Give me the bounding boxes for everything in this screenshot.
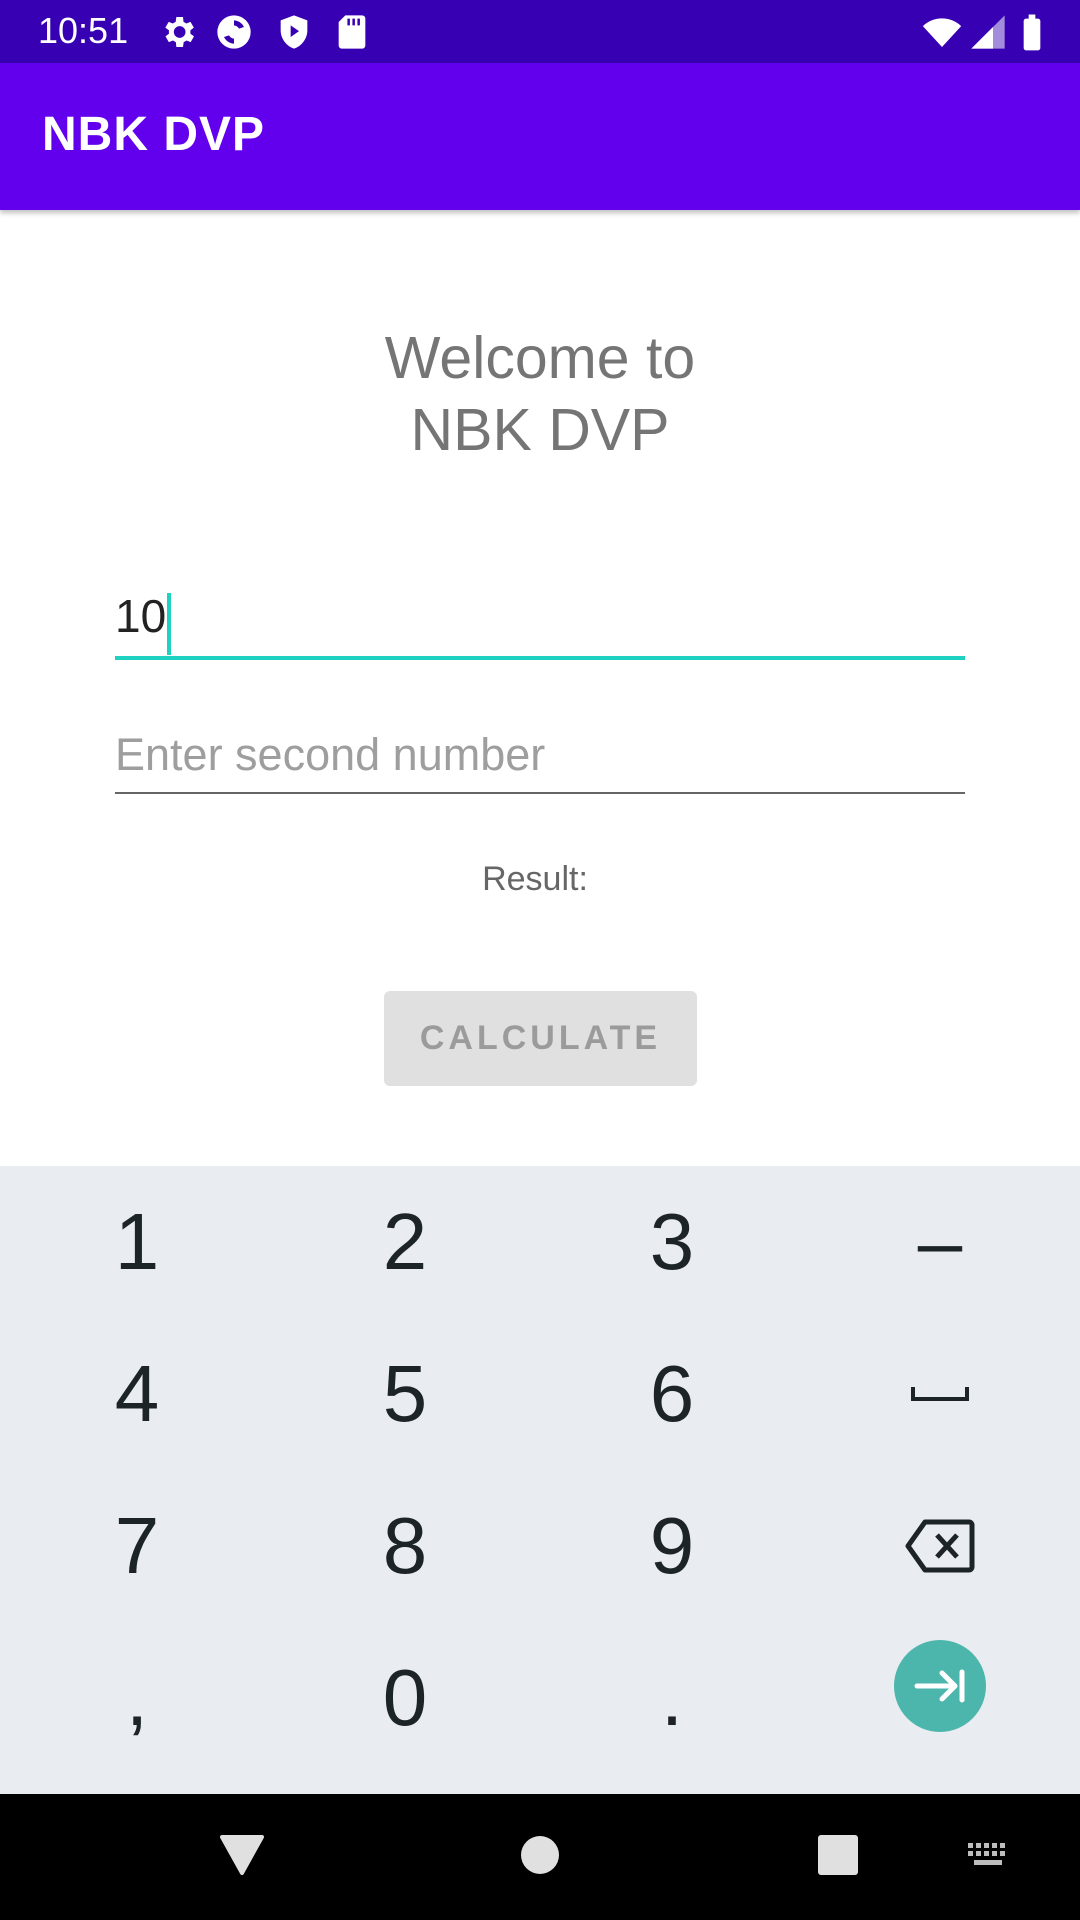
- backspace-icon: [905, 1518, 975, 1574]
- calculate-button[interactable]: CALCULATE: [384, 991, 697, 1086]
- welcome-line-2: NBK DVP: [410, 397, 670, 463]
- key-comma[interactable]: ,: [2, 1622, 272, 1774]
- sync-icon: [214, 12, 254, 52]
- settings-icon: [158, 12, 198, 52]
- next-key-circle: [894, 1640, 986, 1732]
- numeric-keyboard: 1 2 3 – 4 5 6 7 8 9 , 0 .: [0, 1166, 1080, 1794]
- text-cursor: [167, 592, 172, 655]
- shield-icon: [274, 12, 314, 52]
- key-next[interactable]: [805, 1610, 1075, 1762]
- key-7[interactable]: 7: [2, 1470, 272, 1622]
- key-1[interactable]: 1: [2, 1166, 272, 1318]
- key-minus[interactable]: –: [805, 1166, 1075, 1318]
- app-bar: NBK DVP: [0, 63, 1080, 210]
- recents-icon: [817, 1834, 859, 1880]
- back-icon: [218, 1833, 266, 1881]
- signal-icon: [968, 12, 1008, 52]
- next-icon: [914, 1669, 966, 1703]
- key-5[interactable]: 5: [270, 1318, 540, 1470]
- home-button[interactable]: [510, 1827, 570, 1887]
- first-number-field[interactable]: 10: [115, 576, 965, 660]
- second-number-field[interactable]: Enter second number: [115, 718, 965, 794]
- key-0[interactable]: 0: [270, 1622, 540, 1774]
- key-6[interactable]: 6: [537, 1318, 807, 1470]
- key-2[interactable]: 2: [270, 1166, 540, 1318]
- battery-icon: [1012, 12, 1052, 52]
- second-number-placeholder: Enter second number: [115, 729, 546, 780]
- back-button[interactable]: [212, 1827, 272, 1887]
- key-backspace[interactable]: [805, 1470, 1075, 1622]
- status-bar: 10:51: [0, 0, 1080, 63]
- key-3[interactable]: 3: [537, 1166, 807, 1318]
- keyboard-switch-icon: [966, 1841, 1010, 1873]
- result-label: Result:: [482, 860, 588, 898]
- key-4[interactable]: 4: [2, 1318, 272, 1470]
- welcome-heading: Welcome to NBK DVP: [0, 322, 1080, 466]
- status-time: 10:51: [38, 10, 129, 51]
- app-title: NBK DVP: [42, 108, 266, 161]
- key-space[interactable]: [805, 1318, 1075, 1470]
- recents-button[interactable]: [808, 1827, 868, 1887]
- key-8[interactable]: 8: [270, 1470, 540, 1622]
- home-icon: [520, 1835, 560, 1879]
- welcome-line-1: Welcome to: [384, 325, 696, 391]
- key-period[interactable]: .: [537, 1622, 807, 1774]
- navigation-bar: [0, 1794, 1080, 1920]
- wifi-icon: [922, 12, 962, 52]
- key-9[interactable]: 9: [537, 1470, 807, 1622]
- space-icon: [910, 1384, 970, 1404]
- keyboard-switch-button[interactable]: [958, 1827, 1018, 1887]
- first-number-value: 10: [115, 590, 167, 642]
- sd-card-icon: [332, 12, 372, 52]
